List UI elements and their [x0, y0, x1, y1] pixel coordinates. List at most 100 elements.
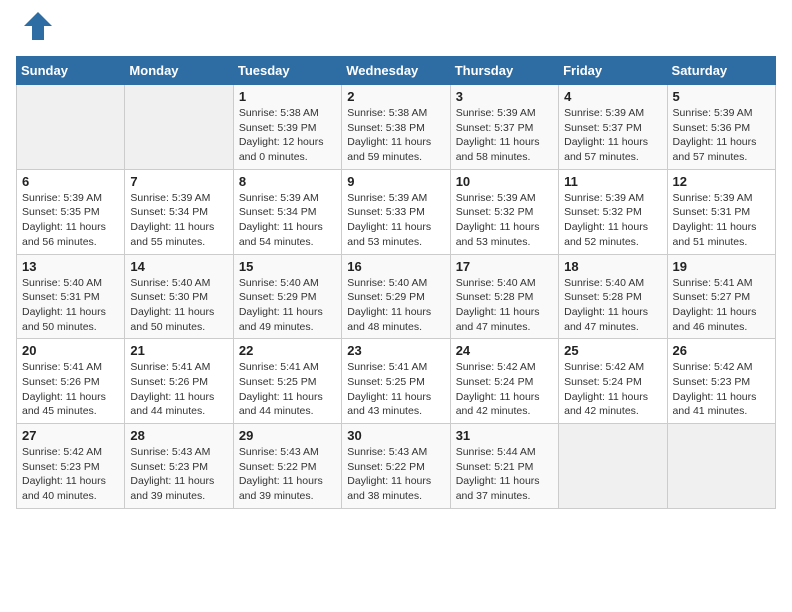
day-number: 17 [456, 259, 553, 274]
calendar-cell: 23 Sunrise: 5:41 AM Sunset: 5:25 PM Dayli… [342, 339, 450, 424]
calendar-cell: 15Sunrise: 5:40 AM Sunset: 5:29 PM Dayli… [233, 254, 341, 339]
day-info: Sunrise: 5:40 AM Sunset: 5:30 PM Dayligh… [130, 276, 227, 335]
day-of-week-header: Thursday [450, 57, 558, 85]
day-info: Sunrise: 5:39 AM Sunset: 5:37 PM Dayligh… [456, 106, 553, 165]
day-info: Sunrise: 5:39 AM Sunset: 5:34 PM Dayligh… [130, 191, 227, 250]
day-info: Sunrise: 5:43 AM Sunset: 5:22 PM Dayligh… [347, 445, 444, 504]
day-number: 14 [130, 259, 227, 274]
day-number: 16 [347, 259, 444, 274]
calendar-cell: 30 Sunrise: 5:43 AM Sunset: 5:22 PM Dayli… [342, 424, 450, 509]
day-info: Sunrise: 5:38 AM Sunset: 5:38 PM Dayligh… [347, 106, 444, 165]
day-info: Sunrise: 5:41 AM Sunset: 5:26 PM Dayligh… [22, 360, 119, 419]
day-info: Sunrise: 5:40 AM Sunset: 5:28 PM Dayligh… [564, 276, 661, 335]
day-info: Sunrise: 5:39 AM Sunset: 5:31 PM Dayligh… [673, 191, 770, 250]
day-number: 19 [673, 259, 770, 274]
day-number: 27 [22, 428, 119, 443]
day-number: 12 [673, 174, 770, 189]
calendar-cell: 29 Sunrise: 5:43 AM Sunset: 5:22 PM Dayli… [233, 424, 341, 509]
day-number: 22 [239, 343, 336, 358]
calendar-cell [667, 424, 775, 509]
day-of-week-header: Tuesday [233, 57, 341, 85]
day-info: Sunrise: 5:42 AM Sunset: 5:23 PM Dayligh… [673, 360, 770, 419]
logo-icon [20, 8, 56, 44]
day-info: Sunrise: 5:42 AM Sunset: 5:23 PM Dayligh… [22, 445, 119, 504]
day-number: 8 [239, 174, 336, 189]
calendar-cell: 13 Sunrise: 5:40 AM Sunset: 5:31 PM Dayli… [17, 254, 125, 339]
day-number: 4 [564, 89, 661, 104]
calendar-cell: 24Sunrise: 5:42 AM Sunset: 5:24 PM Dayli… [450, 339, 558, 424]
calendar-cell: 7 Sunrise: 5:39 AM Sunset: 5:34 PM Daylig… [125, 169, 233, 254]
day-info: Sunrise: 5:39 AM Sunset: 5:34 PM Dayligh… [239, 191, 336, 250]
calendar-cell: 31 Sunrise: 5:44 AM Sunset: 5:21 PM Dayli… [450, 424, 558, 509]
day-info: Sunrise: 5:40 AM Sunset: 5:29 PM Dayligh… [347, 276, 444, 335]
day-number: 23 [347, 343, 444, 358]
calendar-cell: 11 Sunrise: 5:39 AM Sunset: 5:32 PM Dayli… [559, 169, 667, 254]
day-number: 2 [347, 89, 444, 104]
calendar-cell: 4Sunrise: 5:39 AM Sunset: 5:37 PM Daylig… [559, 85, 667, 170]
day-number: 18 [564, 259, 661, 274]
calendar-cell [125, 85, 233, 170]
day-info: Sunrise: 5:40 AM Sunset: 5:31 PM Dayligh… [22, 276, 119, 335]
calendar-cell: 14 Sunrise: 5:40 AM Sunset: 5:30 PM Dayli… [125, 254, 233, 339]
day-number: 30 [347, 428, 444, 443]
day-info: Sunrise: 5:44 AM Sunset: 5:21 PM Dayligh… [456, 445, 553, 504]
day-of-week-header: Saturday [667, 57, 775, 85]
calendar-cell: 2 Sunrise: 5:38 AM Sunset: 5:38 PM Daylig… [342, 85, 450, 170]
calendar-cell [17, 85, 125, 170]
calendar-cell: 16 Sunrise: 5:40 AM Sunset: 5:29 PM Dayli… [342, 254, 450, 339]
day-of-week-header: Sunday [17, 57, 125, 85]
calendar-cell: 18 Sunrise: 5:40 AM Sunset: 5:28 PM Dayli… [559, 254, 667, 339]
day-number: 6 [22, 174, 119, 189]
day-info: Sunrise: 5:39 AM Sunset: 5:32 PM Dayligh… [456, 191, 553, 250]
calendar-cell: 21 Sunrise: 5:41 AM Sunset: 5:26 PM Dayli… [125, 339, 233, 424]
day-number: 13 [22, 259, 119, 274]
day-number: 25 [564, 343, 661, 358]
calendar-cell: 3 Sunrise: 5:39 AM Sunset: 5:37 PM Daylig… [450, 85, 558, 170]
calendar-table: SundayMondayTuesdayWednesdayThursdayFrid… [16, 56, 776, 509]
logo [16, 16, 56, 44]
day-number: 28 [130, 428, 227, 443]
day-number: 7 [130, 174, 227, 189]
day-info: Sunrise: 5:39 AM Sunset: 5:33 PM Dayligh… [347, 191, 444, 250]
day-info: Sunrise: 5:40 AM Sunset: 5:28 PM Dayligh… [456, 276, 553, 335]
calendar-cell: 25 Sunrise: 5:42 AM Sunset: 5:24 PM Dayli… [559, 339, 667, 424]
day-number: 1 [239, 89, 336, 104]
calendar-cell: 20 Sunrise: 5:41 AM Sunset: 5:26 PM Dayli… [17, 339, 125, 424]
day-info: Sunrise: 5:42 AM Sunset: 5:24 PM Dayligh… [564, 360, 661, 419]
day-info: Sunrise: 5:38 AM Sunset: 5:39 PM Dayligh… [239, 106, 336, 165]
calendar-cell: 22 Sunrise: 5:41 AM Sunset: 5:25 PM Dayli… [233, 339, 341, 424]
day-number: 9 [347, 174, 444, 189]
day-number: 10 [456, 174, 553, 189]
day-number: 20 [22, 343, 119, 358]
day-of-week-header: Wednesday [342, 57, 450, 85]
day-number: 26 [673, 343, 770, 358]
page-header [16, 16, 776, 44]
day-info: Sunrise: 5:43 AM Sunset: 5:22 PM Dayligh… [239, 445, 336, 504]
day-number: 29 [239, 428, 336, 443]
day-number: 3 [456, 89, 553, 104]
day-number: 21 [130, 343, 227, 358]
day-number: 11 [564, 174, 661, 189]
day-info: Sunrise: 5:41 AM Sunset: 5:25 PM Dayligh… [239, 360, 336, 419]
calendar-cell: 1 Sunrise: 5:38 AM Sunset: 5:39 PM Daylig… [233, 85, 341, 170]
day-info: Sunrise: 5:39 AM Sunset: 5:35 PM Dayligh… [22, 191, 119, 250]
calendar-cell: 10 Sunrise: 5:39 AM Sunset: 5:32 PM Dayli… [450, 169, 558, 254]
calendar-cell: 26 Sunrise: 5:42 AM Sunset: 5:23 PM Dayli… [667, 339, 775, 424]
day-info: Sunrise: 5:39 AM Sunset: 5:36 PM Dayligh… [673, 106, 770, 165]
calendar-cell: 8 Sunrise: 5:39 AM Sunset: 5:34 PM Daylig… [233, 169, 341, 254]
calendar-cell: 27 Sunrise: 5:42 AM Sunset: 5:23 PM Dayli… [17, 424, 125, 509]
calendar-header: SundayMondayTuesdayWednesdayThursdayFrid… [17, 57, 776, 85]
day-info: Sunrise: 5:41 AM Sunset: 5:25 PM Dayligh… [347, 360, 444, 419]
day-number: 5 [673, 89, 770, 104]
day-info: Sunrise: 5:39 AM Sunset: 5:32 PM Dayligh… [564, 191, 661, 250]
calendar-cell: 9 Sunrise: 5:39 AM Sunset: 5:33 PM Daylig… [342, 169, 450, 254]
calendar-cell: 5 Sunrise: 5:39 AM Sunset: 5:36 PM Daylig… [667, 85, 775, 170]
day-info: Sunrise: 5:41 AM Sunset: 5:26 PM Dayligh… [130, 360, 227, 419]
calendar-cell: 6 Sunrise: 5:39 AM Sunset: 5:35 PM Daylig… [17, 169, 125, 254]
day-number: 24 [456, 343, 553, 358]
day-info: Sunrise: 5:40 AM Sunset: 5:29 PM Dayligh… [239, 276, 336, 335]
day-number: 31 [456, 428, 553, 443]
calendar-cell: 17 Sunrise: 5:40 AM Sunset: 5:28 PM Dayli… [450, 254, 558, 339]
calendar-cell: 12 Sunrise: 5:39 AM Sunset: 5:31 PM Dayli… [667, 169, 775, 254]
calendar-cell [559, 424, 667, 509]
